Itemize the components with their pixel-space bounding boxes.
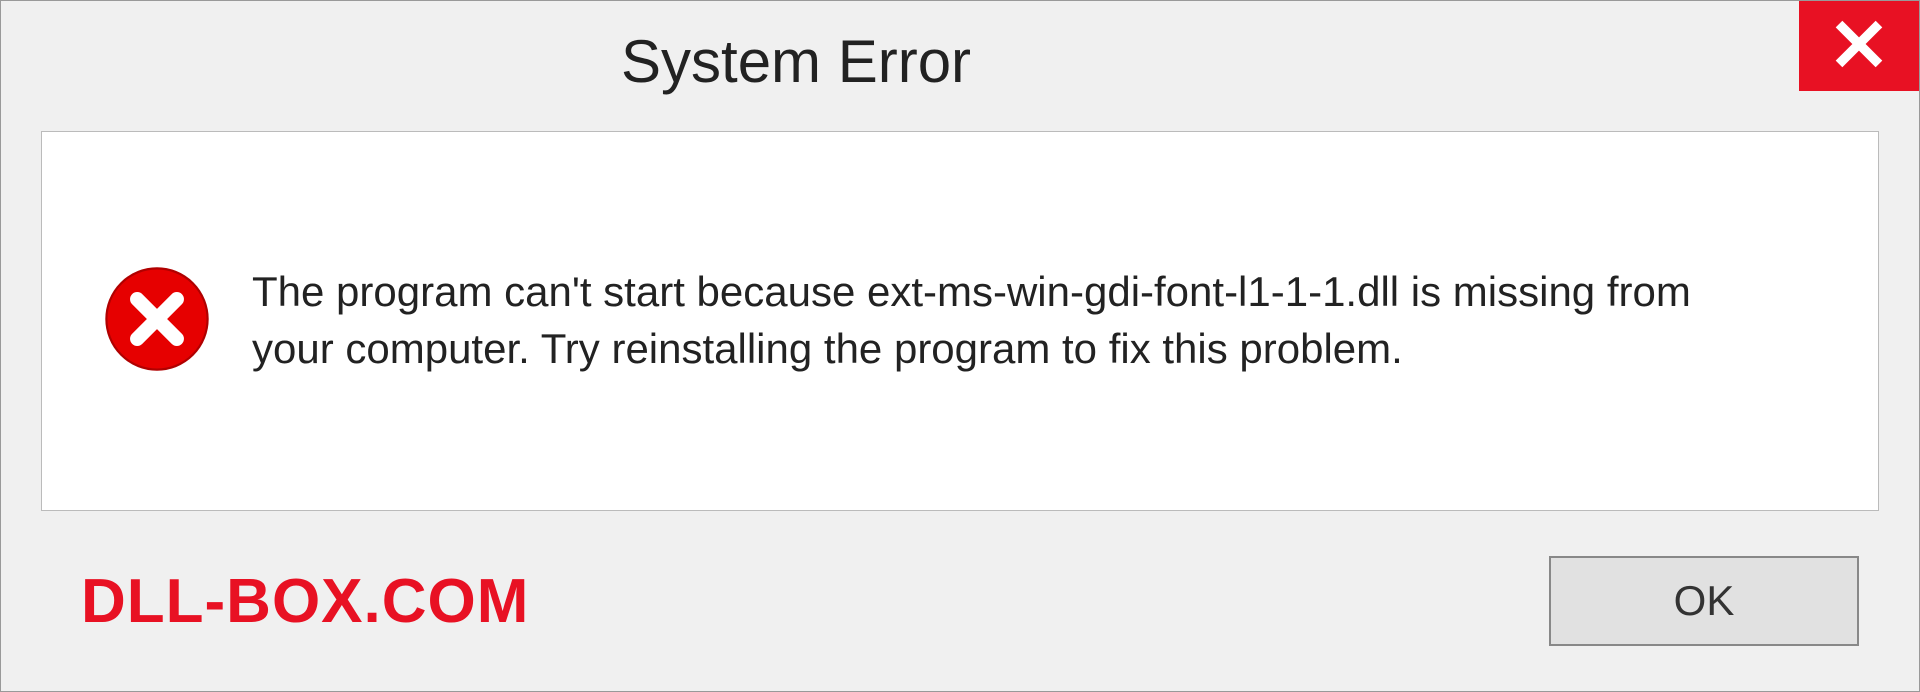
close-button[interactable] (1799, 1, 1919, 91)
watermark-text: DLL-BOX.COM (81, 566, 529, 637)
ok-button-label: OK (1674, 577, 1735, 625)
error-message: The program can't start because ext-ms-w… (252, 264, 1752, 377)
message-panel: The program can't start because ext-ms-w… (41, 131, 1879, 511)
dialog-footer: DLL-BOX.COM OK (1, 511, 1919, 691)
titlebar: System Error (1, 1, 1919, 121)
dialog-title: System Error (621, 27, 971, 96)
ok-button[interactable]: OK (1549, 556, 1859, 646)
error-circle-x-icon (102, 264, 212, 379)
system-error-dialog: System Error The program can't start bec… (0, 0, 1920, 692)
close-icon (1834, 19, 1884, 74)
